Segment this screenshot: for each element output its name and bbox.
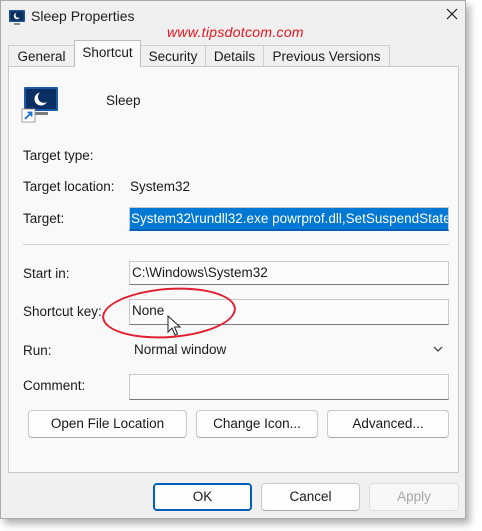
window-title: Sleep Properties [31,8,135,24]
tab-strip: General Shortcut Security Details Previo… [8,40,460,67]
shortcut-name: Sleep [106,93,141,108]
shortcut-arrow-icon [21,108,36,123]
tab-general[interactable]: General [8,45,75,66]
start-in-label: Start in: [23,266,70,281]
run-select[interactable]: Normal window [129,338,449,364]
change-icon-button[interactable]: Change Icon... [196,410,318,438]
target-field-text: System32\rundll32.exe powrprof.dll,SetSu… [130,208,448,229]
shortcut-key-label: Shortcut key: [23,304,102,319]
chevron-down-icon [433,346,443,352]
title-bar: Sleep Properties www.tipsdotcom.com [1,1,465,40]
tab-label: General [17,49,66,64]
tab-label: Shortcut [82,45,133,60]
tab-details[interactable]: Details [205,45,264,66]
start-in-field-text: C:\Windows\System32 [132,265,268,280]
tab-label: Security [148,49,198,64]
sleep-moon-icon [21,87,58,123]
target-type-label: Target type: [23,148,94,163]
tab-security[interactable]: Security [140,45,206,66]
run-label: Run: [23,343,52,358]
tab-label: Details [213,49,256,64]
properties-window: Sleep Properties www.tipsdotcom.com Gene… [0,0,466,519]
button-label: Change Icon... [213,416,301,431]
mouse-cursor-icon [167,315,182,336]
button-label: Cancel [289,489,332,504]
watermark-text: www.tipsdotcom.com [167,24,304,40]
comment-field[interactable] [129,374,449,400]
target-location-label: Target location: [23,179,115,194]
target-label: Target: [23,211,65,226]
target-field[interactable]: System32\rundll32.exe powrprof.dll,SetSu… [129,207,449,231]
target-location-value: System32 [130,179,191,194]
tab-shortcut[interactable]: Shortcut [74,40,141,67]
tab-label: Previous Versions [272,49,381,64]
open-file-location-button[interactable]: Open File Location [28,410,187,438]
ok-button[interactable]: OK [153,483,252,511]
comment-label: Comment: [23,378,86,393]
button-label: Apply [397,489,431,504]
sleep-moon-icon [9,10,25,25]
button-label: OK [192,489,213,504]
close-icon [446,8,458,20]
button-label: Open File Location [50,416,165,431]
tab-previous-versions[interactable]: Previous Versions [263,45,390,66]
apply-button[interactable]: Apply [369,483,459,511]
divider [23,244,449,245]
start-in-field[interactable]: C:\Windows\System32 [129,261,449,285]
cancel-button[interactable]: Cancel [261,483,360,511]
advanced-button[interactable]: Advanced... [327,410,449,438]
run-select-value: Normal window [134,342,227,357]
button-label: Advanced... [352,416,424,431]
close-button[interactable] [441,3,463,25]
